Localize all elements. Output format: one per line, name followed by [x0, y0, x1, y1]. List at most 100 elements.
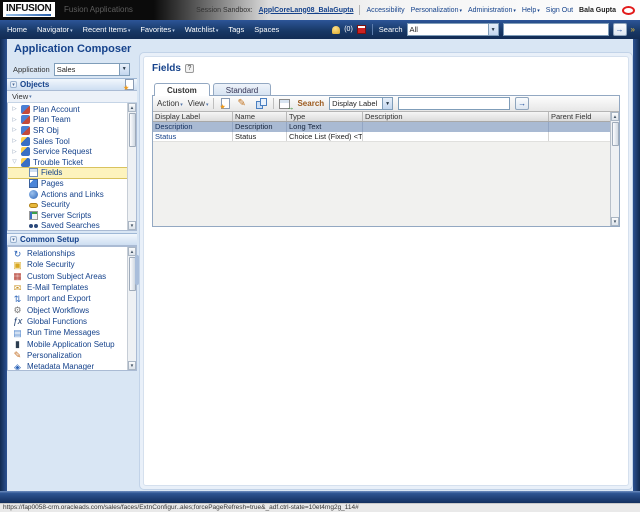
common-item-personalization[interactable]: ✎ Personalization	[8, 350, 127, 361]
tree-item-sales-tool[interactable]: ▷ Sales Tool	[8, 136, 127, 147]
nav-watchlist[interactable]: Watchlist▾	[185, 25, 219, 34]
expand-icon[interactable]: ▷	[11, 149, 18, 155]
chevron-down-icon: ▾	[29, 93, 32, 100]
tree-item-plan-account[interactable]: ▷ Plan Account	[8, 104, 127, 115]
objects-tree-panel: ▷ Plan Account ▷ Plan Team ▷ SR Obj ▷ Sales …	[7, 103, 137, 231]
notifications-bell-icon[interactable]	[332, 25, 341, 34]
tree-item-actions-and-links[interactable]: Actions and Links	[8, 189, 127, 200]
scroll-down-icon[interactable]: ▼	[128, 221, 136, 230]
objects-view-menu[interactable]: View ▾	[7, 91, 137, 103]
scroll-up-icon[interactable]: ▲	[611, 112, 619, 121]
view-menu[interactable]: View▾	[188, 99, 209, 108]
status-url: https://fap0058-crm.oracleads.com/sales/…	[3, 504, 359, 511]
scripts-icon	[29, 210, 38, 220]
administration-menu[interactable]: Administration▾	[468, 7, 516, 14]
tree-item-fields[interactable]: Fields	[8, 166, 127, 180]
accessibility-link[interactable]: Accessibility	[366, 7, 404, 14]
tab-custom[interactable]: Custom	[154, 83, 210, 96]
new-object-icon[interactable]: ★	[123, 79, 134, 92]
nav-favorites[interactable]: Favorites▾	[140, 25, 174, 34]
help-menu[interactable]: Help▾	[522, 7, 540, 14]
scroll-down-icon[interactable]: ▼	[128, 361, 136, 370]
expand-icon[interactable]: ▷	[11, 127, 18, 133]
common-item-run-time-messages[interactable]: ▤ Run Time Messages	[8, 327, 127, 338]
common-item-metadata-manager[interactable]: ◈ Metadata Manager	[8, 361, 127, 370]
column-display-label[interactable]: Display Label	[153, 112, 233, 121]
collapse-icon[interactable]: ▽	[11, 159, 18, 165]
divider	[359, 5, 361, 15]
new-page-icon: ★	[219, 97, 231, 111]
fields-search-input[interactable]	[398, 97, 511, 110]
logo-text: INFUSION	[6, 3, 52, 14]
standard-object-icon	[21, 136, 30, 146]
table-row[interactable]: Description Description Long Text	[153, 122, 610, 132]
common-setup-accordion-header[interactable]: ▾ Common Setup	[7, 233, 137, 246]
duplicate-field-button[interactable]	[255, 97, 268, 110]
nav-navigator[interactable]: Navigator▾	[37, 25, 73, 34]
common-item-object-workflows[interactable]: ⚙ Object Workflows	[8, 304, 127, 315]
tree-item-plan-team[interactable]: ▷ Plan Team	[8, 115, 127, 126]
global-search-input[interactable]	[502, 23, 609, 36]
expand-icon[interactable]: ▷	[11, 117, 18, 123]
common-item-custom-subject-areas[interactable]: ▦ Custom Subject Areas	[8, 271, 127, 282]
tree-item-security[interactable]: Security	[8, 199, 127, 210]
logo-underline	[6, 14, 52, 16]
column-type[interactable]: Type	[287, 112, 363, 121]
field-link[interactable]: Status	[153, 131, 233, 141]
common-item-global-functions[interactable]: ƒx Global Functions	[8, 316, 127, 327]
column-description[interactable]: Description	[363, 112, 549, 121]
search-by-select[interactable]: Display Label ▼	[329, 97, 394, 110]
fields-header: Fields ?	[152, 63, 620, 74]
search-go-button[interactable]: →	[612, 23, 627, 36]
expand-icon[interactable]: ▷	[11, 138, 18, 144]
scroll-down-icon[interactable]: ▼	[611, 217, 619, 226]
tree-item-server-scripts[interactable]: Server Scripts	[8, 210, 127, 221]
common-item-relationships[interactable]: ↻ Relationships	[8, 248, 127, 259]
scroll-up-icon[interactable]: ▲	[128, 103, 136, 112]
mobile-setup-icon: ▮	[15, 339, 20, 350]
application-select[interactable]: Sales ▼	[53, 62, 130, 76]
nav-recent-items[interactable]: Recent Items▾	[83, 25, 131, 34]
table-row[interactable]: Status Status Choice List (Fixed) <Troub…	[153, 131, 610, 141]
action-menu[interactable]: Action▾	[157, 99, 183, 108]
expand-icon[interactable]: ▷	[11, 106, 18, 112]
page-frame-left	[0, 39, 7, 491]
export-button[interactable]: →	[279, 98, 294, 111]
tree-item-trouble-ticket[interactable]: ▽ Trouble Ticket	[8, 157, 127, 168]
field-link[interactable]: Description	[153, 122, 233, 132]
tree-item-saved-searches[interactable]: Saved Searches	[8, 221, 127, 230]
objects-accordion-header[interactable]: ▾ Objects ★	[7, 78, 137, 92]
branding-header: INFUSION Fusion Applications Session San…	[0, 0, 640, 20]
tree-item-pages[interactable]: Pages	[8, 178, 127, 189]
scrollbar-thumb[interactable]	[128, 113, 136, 147]
advanced-search-icon[interactable]: »	[631, 23, 635, 36]
session-sandbox-link[interactable]: ApplCoreLang08_BalaGupta	[259, 7, 354, 14]
tree-scrollbar[interactable]: ▲ ▼	[127, 103, 136, 230]
common-item-role-security[interactable]: ▣ Role Security	[8, 259, 127, 270]
nav-home[interactable]: Home	[7, 25, 27, 34]
common-item-import-and-export[interactable]: ⇅ Import and Export	[8, 293, 127, 304]
tree-item-service-request[interactable]: ▷ Service Request	[8, 146, 127, 157]
nav-spaces[interactable]: Spaces	[254, 25, 279, 34]
scrollbar-thumb[interactable]	[611, 122, 619, 146]
common-item-mobile-application-setup[interactable]: ▮ Mobile Application Setup	[8, 338, 127, 349]
chevron-down-icon: ▾	[459, 7, 462, 14]
calendar-icon[interactable]	[356, 25, 366, 34]
column-name[interactable]: Name	[233, 112, 287, 121]
common-item-email-templates[interactable]: ✉ E-Mail Templates	[8, 282, 127, 293]
create-field-button[interactable]: ★	[219, 97, 232, 111]
search-label: Search	[297, 99, 325, 108]
fields-search-go-button[interactable]: →	[515, 97, 530, 110]
global-header-links: Session Sandbox: ApplCoreLang08_BalaGupt…	[196, 0, 635, 20]
help-icon[interactable]: ?	[184, 64, 194, 73]
column-parent-field[interactable]: Parent Field	[549, 112, 610, 121]
table-scrollbar[interactable]: ▲ ▼	[610, 112, 619, 226]
metadata-icon: ◈	[14, 361, 21, 370]
nav-tags[interactable]: Tags	[228, 25, 244, 34]
sign-out-link[interactable]: Sign Out	[546, 7, 573, 14]
pages-icon	[29, 178, 38, 188]
search-scope-select[interactable]: All ▼	[406, 23, 499, 36]
personalization-menu[interactable]: Personalization▾	[411, 7, 462, 14]
edit-field-button[interactable]: ✎	[237, 98, 250, 110]
tree-item-sr-obj[interactable]: ▷ SR Obj	[8, 125, 127, 136]
